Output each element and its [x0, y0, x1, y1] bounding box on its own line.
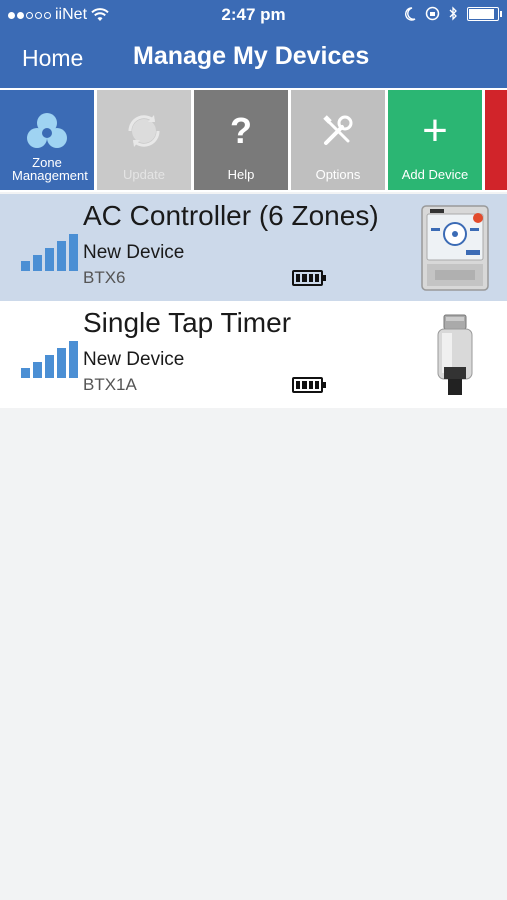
help-label: Help [227, 167, 255, 182]
device-row[interactable]: Single Tap Timer New Device BTX1A [0, 301, 507, 408]
battery-icon [292, 377, 326, 393]
update-button[interactable]: Update [97, 90, 191, 190]
zone-management-button[interactable]: Zone Management [0, 90, 94, 190]
add-device-button[interactable]: + Add Device [388, 90, 482, 190]
moon-icon [405, 6, 416, 21]
signal-strength-icon [21, 234, 78, 271]
device-row[interactable]: AC Controller (6 Zones) New Device BTX6 [0, 194, 507, 301]
rotation-lock-icon [425, 6, 440, 21]
tap-timer-image [437, 314, 473, 395]
nav-bar: Home Manage My Devices [0, 30, 507, 88]
bluetooth-icon [449, 6, 457, 21]
update-icon [128, 115, 160, 147]
battery-icon [467, 6, 502, 21]
add-device-label: Add Device [401, 167, 469, 182]
zone-management-label: Zone Management [12, 155, 88, 183]
options-icon [323, 115, 353, 145]
device-list: AC Controller (6 Zones) New Device BTX6 … [0, 194, 507, 408]
device-name: AC Controller (6 Zones) [83, 200, 379, 231]
help-icon: ? [230, 110, 252, 151]
page-title: Manage My Devices [133, 42, 370, 70]
zone-management-icon [27, 113, 67, 148]
signal-strength-icon [21, 341, 78, 378]
options-label: Options [315, 167, 361, 182]
more-button[interactable] [485, 90, 507, 190]
device-status: New Device [83, 242, 185, 263]
home-button[interactable]: Home [22, 45, 83, 72]
help-button[interactable]: ? Help [194, 90, 288, 190]
update-label: Update [123, 167, 165, 182]
device-name: Single Tap Timer [83, 307, 292, 338]
ac-controller-image [421, 205, 489, 291]
battery-icon [292, 270, 326, 286]
status-right [404, 6, 502, 21]
device-model: BTX6 [83, 268, 126, 287]
device-status: New Device [83, 349, 185, 370]
options-button[interactable]: Options [291, 90, 385, 190]
device-model: BTX1A [83, 375, 137, 394]
status-bar: iiNet 2:47 pm [0, 0, 507, 30]
add-icon: + [422, 106, 448, 155]
action-toolbar: Zone Management Update ? Help Options + … [0, 88, 507, 192]
